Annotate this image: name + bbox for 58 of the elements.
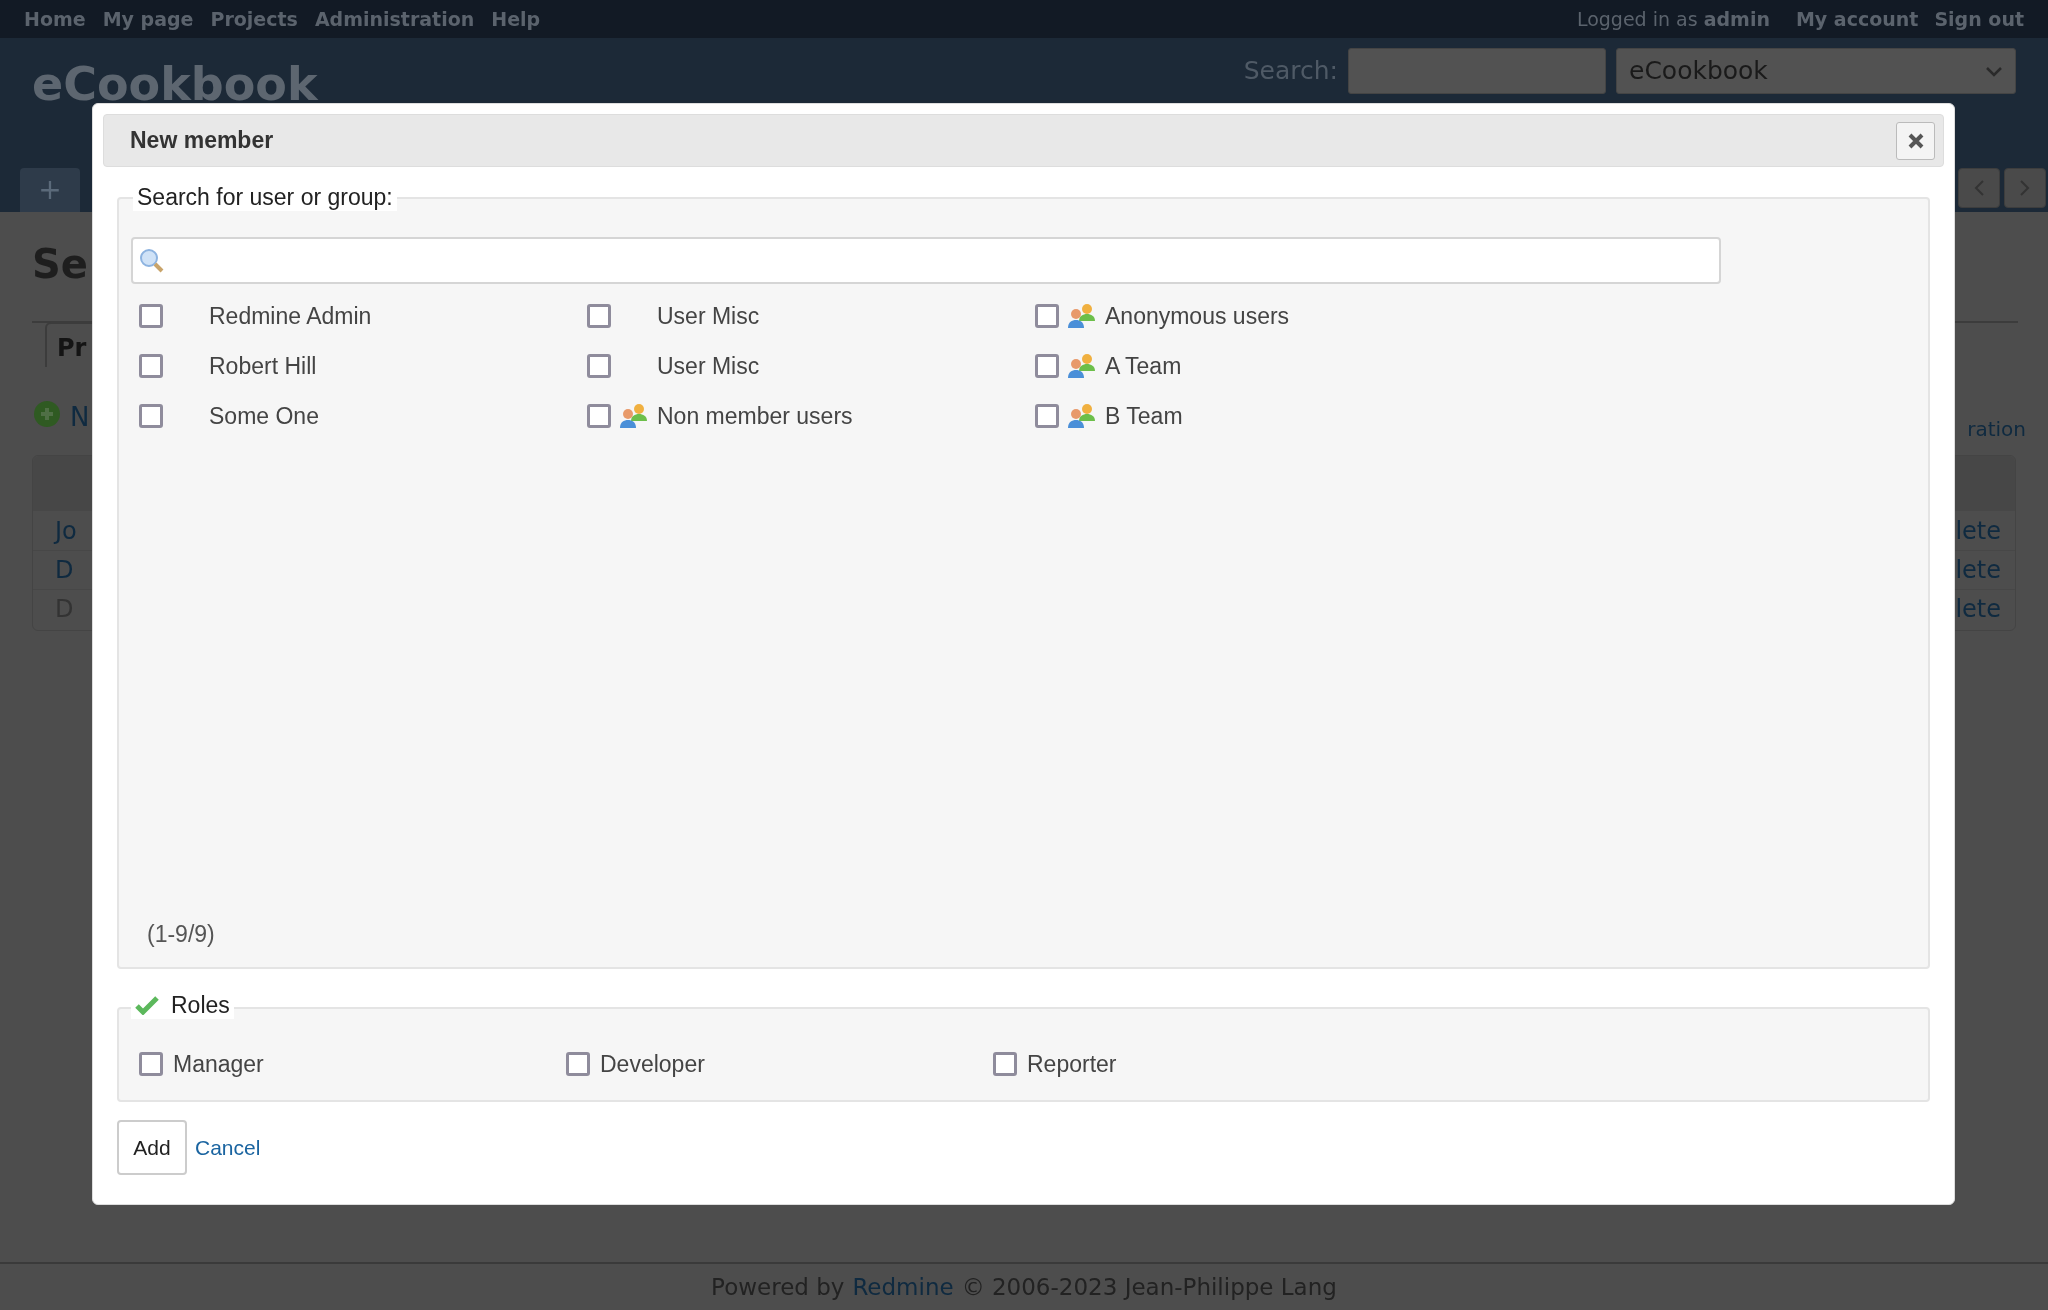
search-field[interactable]: [1348, 48, 1606, 94]
role-name: Manager: [173, 1050, 264, 1079]
menu-link[interactable]: My page: [102, 4, 194, 34]
menu-link[interactable]: Administration: [314, 4, 475, 34]
user-name: Robert Hill: [209, 351, 317, 381]
checkbox[interactable]: [1035, 304, 1059, 328]
checkbox[interactable]: [587, 404, 611, 428]
role-name: Reporter: [1027, 1050, 1117, 1079]
checkbox[interactable]: [566, 1052, 590, 1077]
checkbox[interactable]: [1035, 354, 1059, 378]
caret-icon: [1985, 65, 2003, 77]
menu-link[interactable]: Help: [491, 4, 541, 34]
settings-link[interactable]: ration: [1967, 414, 2026, 444]
menu-link[interactable]: Projects: [210, 4, 298, 34]
user-name: Some One: [209, 401, 319, 431]
checkbox[interactable]: [139, 304, 163, 328]
user-name: Redmine Admin: [209, 301, 372, 331]
checkbox[interactable]: [139, 1052, 163, 1077]
project-select[interactable]: eCookbook: [1616, 48, 2016, 94]
role-name: Developer: [600, 1050, 705, 1079]
checkbox[interactable]: [587, 354, 611, 378]
roles-legend: Roles: [171, 991, 230, 1019]
search-icon: [139, 247, 165, 274]
checkbox[interactable]: [993, 1052, 1017, 1077]
user-name: User Misc: [657, 301, 760, 331]
add-button[interactable]: Add: [117, 1120, 187, 1175]
account-link[interactable]: Sign out: [1934, 4, 2024, 34]
checkmark-icon: [135, 995, 159, 1015]
project-title: eCookbook: [32, 56, 318, 113]
user-link[interactable]: D: [55, 552, 74, 588]
result-count: (1-9/9): [147, 919, 215, 949]
delete-link[interactable]: lete: [1955, 512, 2001, 549]
group-icon: [619, 403, 649, 429]
group-name: Non member users: [657, 401, 853, 431]
add-icon: [33, 400, 61, 428]
new-member-link[interactable]: N: [70, 398, 90, 437]
checkbox[interactable]: [587, 304, 611, 328]
group-icon: [1067, 403, 1097, 429]
dialog-title: New member: [130, 126, 274, 156]
login-status: Logged in as admin: [1576, 6, 1770, 32]
cancel-link[interactable]: Cancel: [195, 1131, 261, 1164]
checkbox[interactable]: [1035, 404, 1059, 428]
menu-link[interactable]: Home: [24, 4, 86, 34]
new-tab[interactable]: +: [20, 168, 80, 212]
checkbox[interactable]: [139, 404, 163, 428]
group-name: A Team: [1105, 351, 1182, 381]
delete-link[interactable]: lete: [1955, 552, 2001, 588]
user-name: User Misc: [657, 351, 760, 381]
group-name: B Team: [1105, 401, 1183, 431]
close-icon: [1906, 131, 1925, 150]
checkbox[interactable]: [139, 354, 163, 378]
group-name: Anonymous users: [1105, 301, 1290, 331]
close-button[interactable]: [1896, 121, 1935, 160]
group-icon: [1067, 353, 1097, 379]
user-link[interactable]: Jo: [55, 512, 77, 549]
group-icon: [1067, 303, 1097, 329]
redmine-link[interactable]: Redmine: [852, 1269, 954, 1305]
account-link[interactable]: My account: [1795, 4, 1919, 34]
